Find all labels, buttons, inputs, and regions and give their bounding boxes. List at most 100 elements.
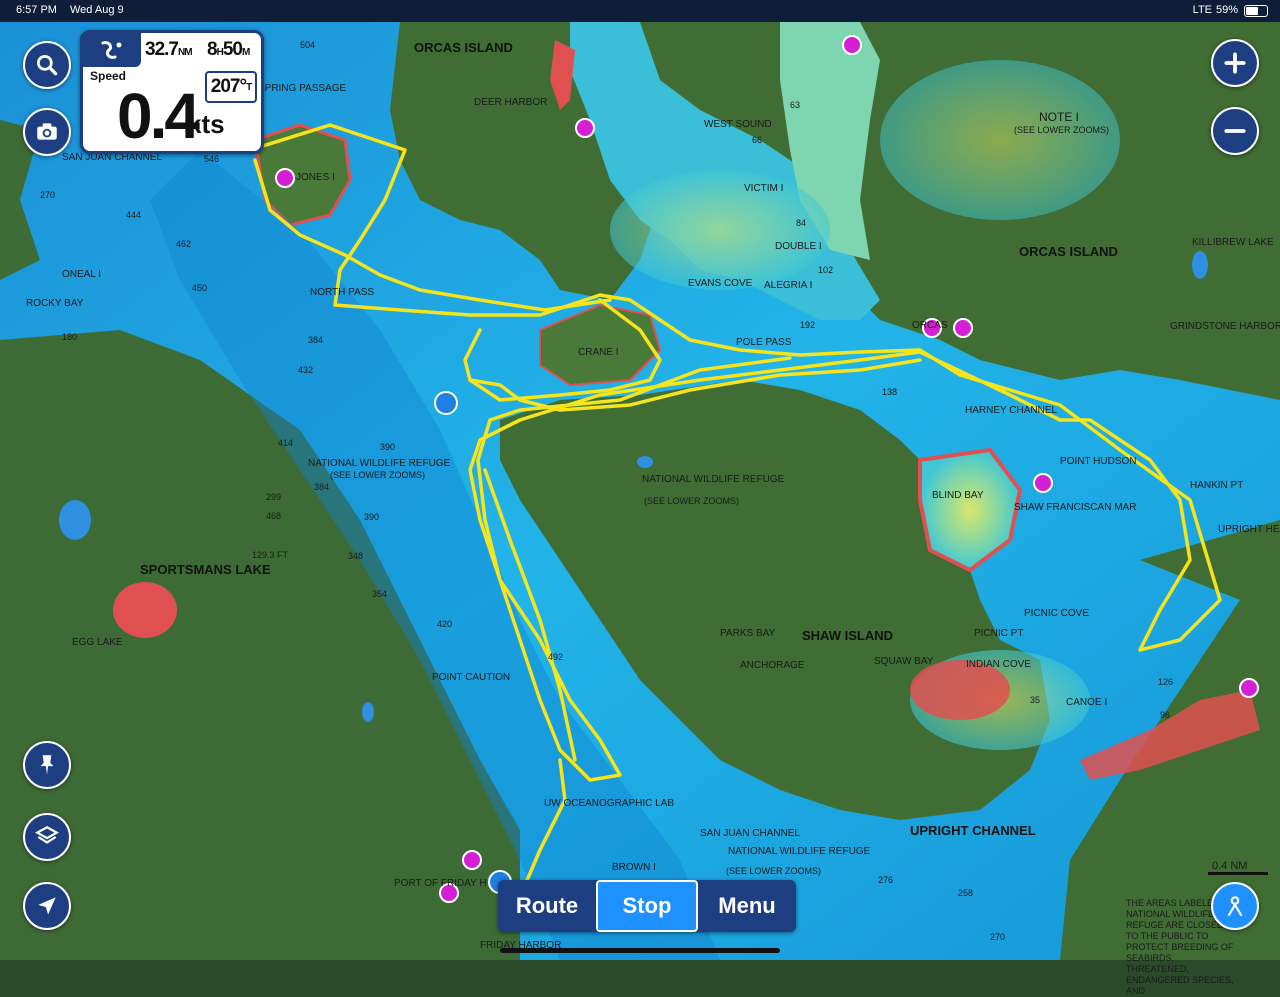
status-time: 6:57 PM [16, 4, 57, 16]
route-button[interactable]: Route [498, 880, 596, 932]
depth-sounding: 468 [266, 511, 281, 521]
map-label: PICNIC COVE [1024, 608, 1090, 619]
depth-sounding: 276 [878, 875, 893, 885]
scale-bar-label: 0.4 NM [1212, 860, 1248, 872]
menu-button[interactable]: Menu [698, 880, 796, 932]
depth-sounding: 102 [818, 265, 833, 275]
eta-minutes: 50 [222, 39, 243, 60]
zoom-out-button[interactable] [1211, 107, 1259, 155]
speed-value: 0.4 [117, 80, 200, 152]
distance-readout: 32.7NM [145, 39, 193, 61]
battery-percent: 59% [1215, 4, 1238, 16]
logo-icon [83, 33, 141, 67]
depth-sounding: 492 [548, 652, 563, 662]
map-label: NATIONAL WILDLIFE REFUGE [728, 846, 871, 857]
depth-sounding: 348 [348, 551, 363, 561]
camera-button[interactable] [23, 108, 71, 156]
depth-sounding: 384 [314, 482, 329, 492]
map-label: UPRIGHT CHANNEL [910, 823, 1036, 838]
map-label: ORCAS ISLAND [1019, 244, 1118, 259]
depth-sounding: 450 [192, 283, 207, 293]
status-bar: 6:57 PM Wed Aug 9 LTE 59% [0, 0, 1280, 22]
map-label: PORT OF FRIDAY H [394, 878, 487, 889]
map-label: SPORTSMANS LAKE [140, 562, 271, 577]
depth-sounding: 432 [298, 365, 313, 375]
depth-sounding: 180 [62, 332, 77, 342]
map-label: ROCKY BAY [26, 298, 84, 309]
depth-sounding: 462 [176, 239, 191, 249]
map-label: BLIND BAY [932, 490, 984, 501]
map-label: SQUAW BAY [874, 656, 934, 667]
map-label: SAN JUAN CHANNEL [700, 828, 801, 839]
waypoint-button[interactable] [23, 741, 71, 789]
map-label: UW OCEANOGRAPHIC LAB [544, 798, 675, 809]
heading-readout: 207° T [205, 71, 257, 103]
map-label: SHAW FRANCISCAN MAR [1014, 502, 1137, 513]
eta-minutes-unit: M [241, 47, 250, 58]
map-label: ONEAL I [62, 269, 102, 280]
map-label: SPRING PASSAGE [258, 83, 347, 94]
heading-unit: T [246, 81, 252, 93]
layers-icon [35, 826, 59, 844]
depth-sounding: 546 [204, 154, 219, 164]
map-label: CRANE I [578, 347, 619, 358]
depth-sounding: 270 [990, 932, 1005, 942]
heading-value: 207° [210, 76, 247, 97]
depth-sounding: 354 [372, 589, 387, 599]
map-label: JONES I [296, 172, 335, 183]
search-icon [36, 54, 58, 76]
bottom-action-bar: Route Stop Menu [498, 880, 796, 932]
map-label: INDIAN COVE [966, 659, 1032, 670]
map-label: POLE PASS [736, 337, 792, 348]
map-label: BROWN I [612, 862, 656, 873]
map-label: POINT HUDSON [1060, 456, 1137, 467]
locate-button[interactable] [23, 882, 71, 930]
depth-sounding: 414 [278, 438, 293, 448]
depth-sounding: 192 [800, 320, 815, 330]
eta-readout: 8H50M [207, 39, 250, 61]
map-label: (SEE LOWER ZOOMS) [330, 470, 426, 480]
depth-sounding: 299 [266, 492, 281, 502]
network-indicator: LTE [1192, 4, 1212, 16]
camera-icon [37, 123, 57, 140]
map-label: EGG LAKE [72, 637, 123, 648]
map-label: HARNEY CHANNEL [965, 405, 1058, 416]
distance-unit: NM [177, 47, 193, 58]
speed-gauge[interactable]: 32.7NM 8H50M Speed 207° T 0.4 kts [80, 30, 264, 154]
depth-sounding: 420 [437, 619, 452, 629]
map-label: DOUBLE I [775, 241, 822, 252]
map-label: NATIONAL WILDLIFE REFUGE [308, 458, 451, 469]
depth-sounding: 129.3 FT [252, 550, 289, 560]
depth-sounding: 138 [882, 387, 897, 397]
map-label: SHAW ISLAND [802, 628, 893, 643]
minus-icon [1224, 129, 1246, 133]
map-label: CANOE I [1066, 697, 1108, 708]
speed-unit: kts [187, 109, 225, 139]
map-label: WEST SOUND [704, 119, 772, 130]
zoom-in-button[interactable] [1211, 39, 1259, 87]
eta-hours: 8 [207, 39, 218, 60]
depth-sounding: 66 [752, 135, 762, 145]
stop-button[interactable]: Stop [596, 880, 698, 932]
depth-sounding: 96 [1160, 710, 1170, 720]
map-label: NORTH PASS [310, 287, 375, 298]
distance-value: 32.7 [145, 39, 179, 60]
depth-sounding: 504 [300, 40, 315, 50]
battery-icon [1244, 5, 1268, 17]
map-label: ANCHORAGE [740, 660, 805, 671]
depth-sounding: 258 [958, 888, 973, 898]
layers-button[interactable] [23, 813, 71, 861]
profile-button[interactable] [1211, 882, 1259, 930]
search-button[interactable] [23, 41, 71, 89]
map-label: PICNIC PT [974, 628, 1024, 639]
depth-sounding: 35 [1030, 695, 1040, 705]
pin-icon [40, 755, 54, 775]
home-indicator[interactable] [500, 948, 780, 953]
map-label: (SEE LOWER ZOOMS) [644, 496, 740, 506]
depth-sounding: 384 [308, 335, 323, 345]
map-label: KILLIBREW LAKE [1192, 237, 1274, 248]
map-label: DEER HARBOR [474, 97, 548, 108]
map-label: UPRIGHT HEAD [1218, 524, 1280, 535]
map-label: NATIONAL WILDLIFE REFUGE [642, 474, 785, 485]
depth-sounding: 84 [796, 218, 806, 228]
